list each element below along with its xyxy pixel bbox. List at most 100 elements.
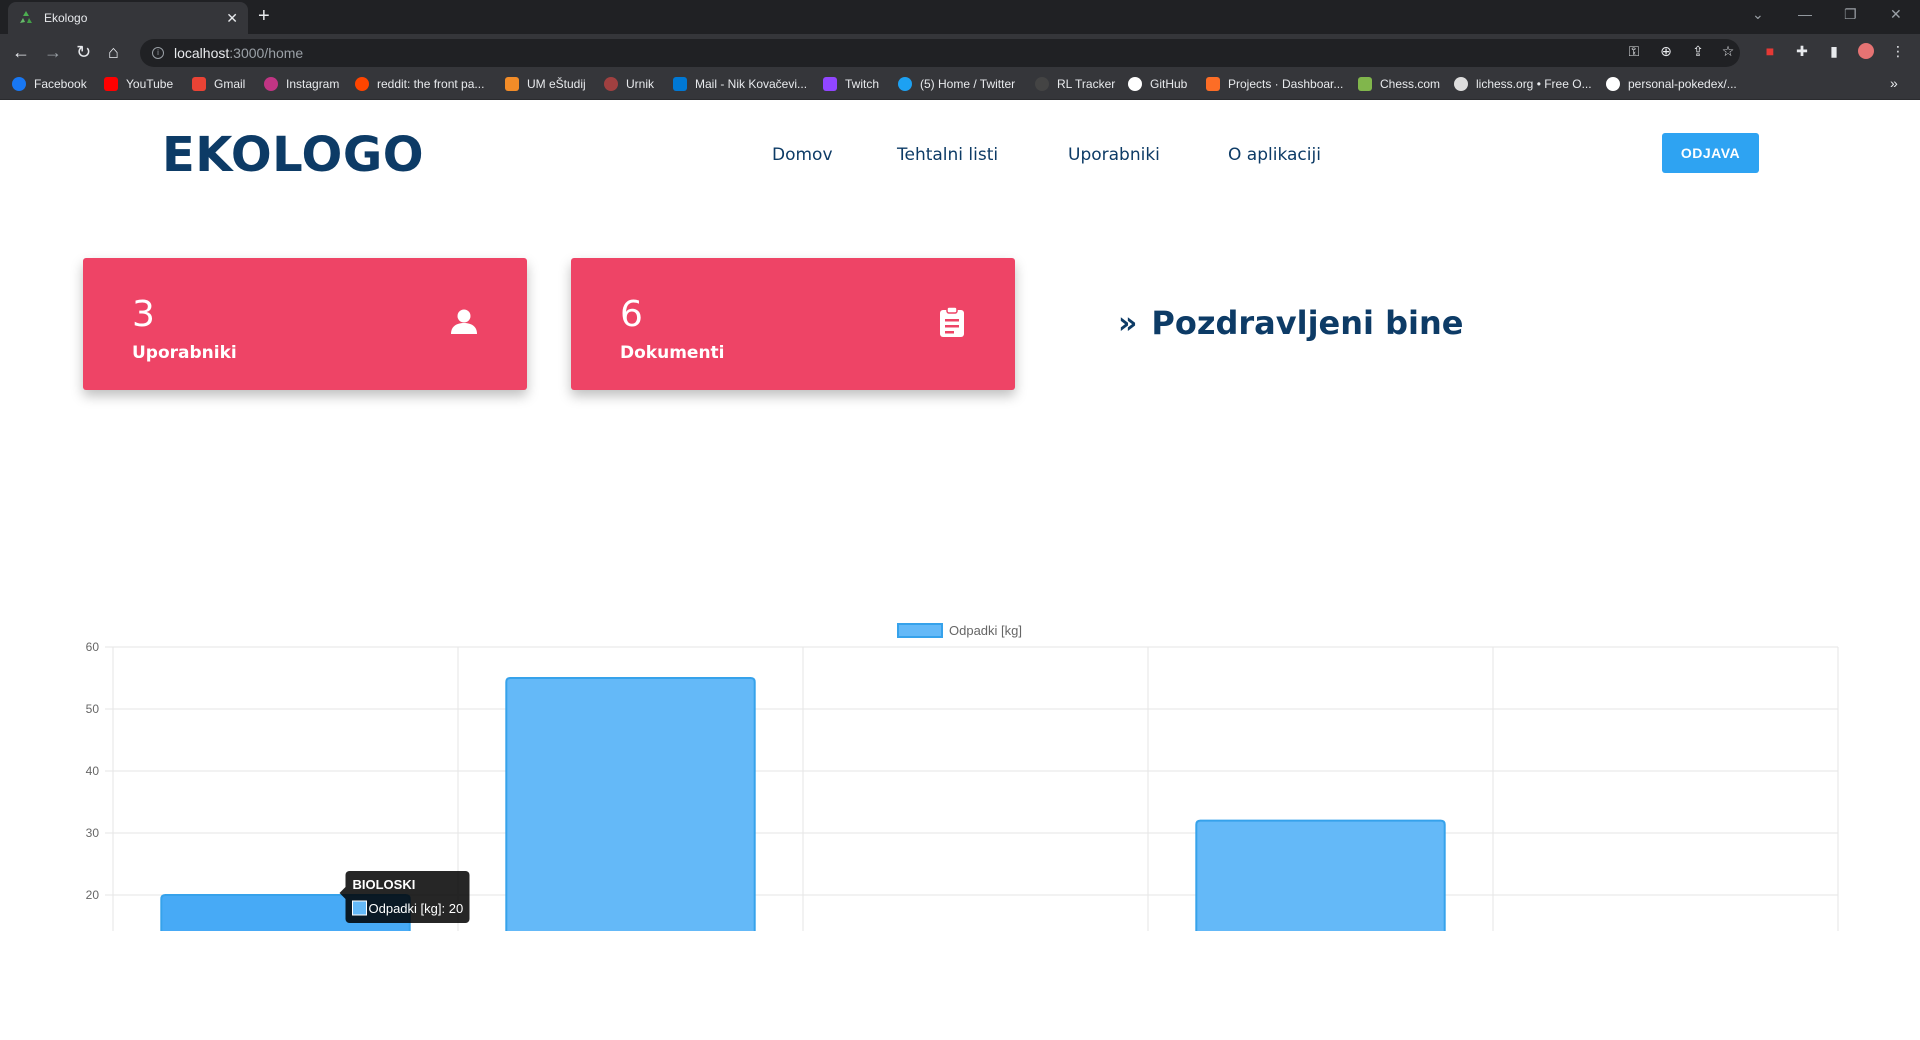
bookmark-item[interactable]: YouTube — [104, 77, 173, 91]
bookmark-item[interactable]: Urnik — [604, 77, 654, 91]
bookmark-item[interactable]: Projects · Dashboar... — [1206, 77, 1343, 91]
bookmark-label: Instagram — [286, 77, 340, 91]
greeting-text: Pozdravljeni bine — [1151, 304, 1464, 342]
legend-swatch — [897, 623, 943, 638]
bookmark-item[interactable]: UM eŠtudij — [505, 77, 586, 91]
tab-title: Ekologo — [44, 11, 88, 25]
more-bookmarks-button[interactable]: » — [1890, 75, 1898, 91]
stat-label: Uporabniki — [132, 343, 237, 363]
stat-value: 6 — [620, 294, 643, 335]
app-logo[interactable]: EKOLOGO — [162, 127, 424, 183]
chevron-icon: » — [1118, 305, 1138, 341]
new-tab-button[interactable]: + — [258, 6, 270, 26]
reload-icon[interactable]: ↻ — [76, 42, 91, 62]
bookmark-item[interactable]: reddit: the front pa... — [355, 77, 484, 91]
bookmark-item[interactable]: (5) Home / Twitter — [898, 77, 1015, 91]
bookmark-label: Gmail — [214, 77, 246, 91]
y-tick-label: 40 — [86, 764, 100, 778]
user-icon — [449, 306, 479, 338]
y-tick-label: 60 — [86, 640, 100, 654]
bar — [505, 677, 756, 931]
nav-link-o-aplikaciji[interactable]: O aplikaciji — [1228, 145, 1321, 165]
forward-icon[interactable]: → — [44, 42, 62, 62]
bar — [1195, 819, 1446, 931]
facebook-icon — [12, 77, 26, 91]
bookmark-item[interactable]: RL Tracker — [1035, 77, 1115, 91]
star-icon[interactable]: ☆ — [1720, 43, 1736, 59]
twitter-icon — [898, 77, 912, 91]
legend-label: Odpadki [kg] — [949, 623, 1022, 638]
url-host: localhost — [174, 45, 230, 61]
waste-bar-chart: 0102030405060BIOLOSKISTEKLOPAPIRMESANIPL… — [86, 623, 1839, 931]
greeting: » Pozdravljeni bine — [1118, 304, 1463, 342]
um-icon — [505, 77, 519, 91]
key-icon[interactable]: ⚿ — [1626, 43, 1642, 59]
extension-icon[interactable]: ■ — [1762, 43, 1778, 59]
zoom-icon[interactable]: ⊕ — [1658, 43, 1674, 59]
y-tick-label: 20 — [86, 888, 100, 902]
chess-icon — [1358, 77, 1372, 91]
recycle-icon — [18, 10, 34, 26]
logout-button[interactable]: ODJAVA — [1662, 133, 1759, 173]
url-path: :3000/home — [229, 45, 304, 61]
tooltip-title: BIOLOSKI — [353, 877, 416, 892]
bookmark-item[interactable]: Facebook — [12, 77, 87, 91]
address-bar[interactable]: i localhost:3000/home — [140, 39, 1740, 67]
nav-link-domov[interactable]: Domov — [772, 145, 833, 165]
bookmark-label: RL Tracker — [1057, 77, 1116, 91]
home-icon[interactable]: ⌂ — [108, 42, 119, 62]
back-icon[interactable]: ← — [12, 42, 30, 62]
bookmark-item[interactable]: Twitch — [823, 77, 879, 91]
bookmark-label: (5) Home / Twitter — [920, 77, 1016, 91]
close-tab-icon[interactable]: ✕ — [226, 10, 238, 27]
bookmark-label: personal-pokedex/... — [1628, 77, 1737, 91]
bookmark-label: Twitch — [845, 77, 880, 91]
browser-tab[interactable]: Ekologo ✕ — [8, 2, 248, 34]
profile-avatar[interactable] — [1858, 43, 1874, 59]
rl-tracker-icon — [1035, 77, 1049, 91]
bookmark-label: Projects · Dashboar... — [1228, 77, 1344, 91]
bookmark-item[interactable]: Chess.com — [1358, 77, 1440, 91]
bookmark-item[interactable]: personal-pokedex/... — [1606, 77, 1737, 91]
stat-label: Dokumenti — [620, 343, 725, 363]
bookmark-item[interactable]: GitHub — [1128, 77, 1187, 91]
github-icon — [1606, 77, 1620, 91]
tooltip-label: Odpadki [kg]: 20 — [369, 901, 464, 916]
bookmark-label: YouTube — [126, 77, 174, 91]
twitch-icon — [823, 77, 837, 91]
menu-icon[interactable]: ⋮ — [1890, 43, 1906, 59]
bookmark-label: reddit: the front pa... — [377, 77, 485, 91]
stat-card-users[interactable]: 3 Uporabniki — [83, 258, 527, 390]
bookmark-item[interactable]: Mail - Nik Kovačevi... — [673, 77, 807, 91]
browser-toolbar: ← → ↻ ⌂ i localhost:3000/home ⚿ ⊕ ⇪ ☆ ■ … — [0, 34, 1920, 70]
restore-button[interactable]: ❐ — [1844, 6, 1857, 23]
nav-link-tehtalni-listi[interactable]: Tehtalni listi — [897, 145, 998, 165]
bookmark-label: lichess.org • Free O... — [1476, 77, 1592, 91]
browser-tab-bar: Ekologo ✕ + ⌄ — ❐ ✕ — [0, 0, 1920, 34]
stat-card-documents[interactable]: 6 Dokumenti — [571, 258, 1015, 390]
y-tick-label: 30 — [86, 826, 100, 840]
bookmark-label: Facebook — [34, 77, 87, 91]
stat-value: 3 — [132, 294, 155, 335]
nav-link-uporabniki[interactable]: Uporabniki — [1068, 145, 1160, 165]
bookmark-label: Mail - Nik Kovačevi... — [695, 77, 808, 91]
reddit-icon — [355, 77, 369, 91]
share-icon[interactable]: ⇪ — [1690, 43, 1706, 59]
bookmark-item[interactable]: Instagram — [264, 77, 339, 91]
gitlab-icon — [1206, 77, 1220, 91]
outlook-icon — [673, 77, 687, 91]
tab-search-icon[interactable]: ⌄ — [1752, 6, 1764, 23]
bookmark-label: Urnik — [626, 77, 655, 91]
site-info-icon[interactable]: i — [152, 47, 164, 59]
puzzle-icon[interactable]: ✚ — [1794, 43, 1810, 59]
bookmark-item[interactable]: lichess.org • Free O... — [1454, 77, 1592, 91]
gmail-icon — [192, 77, 206, 91]
close-window-button[interactable]: ✕ — [1890, 6, 1902, 23]
side-panel-icon[interactable]: ▮ — [1826, 43, 1842, 59]
bookmark-item[interactable]: Gmail — [192, 77, 245, 91]
minimize-button[interactable]: — — [1798, 6, 1812, 22]
page: EKOLOGO Domov Tehtalni listi Uporabniki … — [0, 101, 1920, 1040]
bookmark-label: GitHub — [1150, 77, 1188, 91]
bookmark-label: UM eŠtudij — [527, 77, 586, 91]
y-tick-label: 50 — [86, 702, 100, 716]
